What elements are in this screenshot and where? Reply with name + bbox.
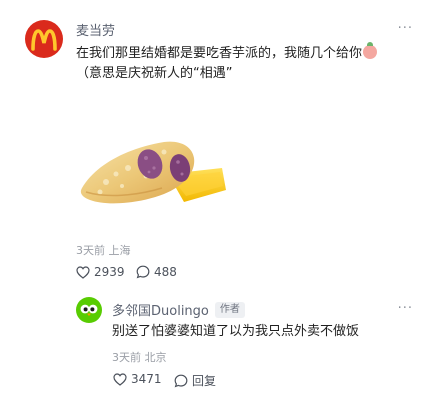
comment-text-line-2: （意思是庆祝新人的“相遇” [76, 66, 233, 81]
comment-bubble-icon [174, 374, 188, 387]
more-options-button[interactable]: ··· [398, 22, 413, 35]
comment-text: 在我们那里结婚都是要吃香芋派的，我随几个给你 （意思是庆祝新人的“相遇” [76, 42, 416, 84]
comment-meta: 3天前 上海 [76, 244, 131, 257]
mcdonalds-avatar[interactable] [25, 20, 63, 58]
reply-more-options-button[interactable]: ··· [398, 302, 413, 315]
like-count: 2939 [94, 265, 125, 279]
comment-thread: 麦当劳 ··· 在我们那里结婚都是要吃香芋派的，我随几个给你 （意思是庆祝新人的… [0, 0, 437, 402]
comment-count: 488 [154, 265, 177, 279]
peach-emoji-icon [363, 42, 378, 59]
reply-button-label: 回复 [192, 374, 217, 388]
reply-text: 别送了怕婆婆知道了以为我只点外卖不做饭 [112, 324, 360, 339]
taro-pie-image[interactable] [76, 112, 228, 216]
like-button[interactable]: 2939 [76, 265, 125, 279]
heart-icon [113, 372, 127, 386]
reply-like-count: 3471 [131, 372, 162, 386]
duolingo-owl-icon [80, 304, 98, 316]
reply-like-button[interactable]: 3471 [113, 372, 162, 386]
reply-button[interactable]: 回复 [174, 372, 216, 389]
comment-author[interactable]: 麦当劳 [76, 20, 115, 39]
taro-pie-illustration [80, 141, 226, 204]
comment-bubble-icon [136, 265, 150, 279]
comment-count-button[interactable]: 488 [136, 265, 177, 279]
mcdonalds-logo-icon [31, 29, 57, 51]
author-badge: 作者 [214, 301, 245, 318]
reply-author-row: 多邻国Duolingo 作者 [112, 300, 245, 319]
heart-icon [76, 265, 90, 279]
reply-meta: 3天前 北京 [112, 351, 167, 364]
duolingo-avatar[interactable] [76, 297, 102, 323]
comment-text-line-1: 在我们那里结婚都是要吃香芋派的，我随几个给你 [76, 46, 363, 61]
reply-author[interactable]: 多邻国Duolingo [112, 300, 209, 319]
